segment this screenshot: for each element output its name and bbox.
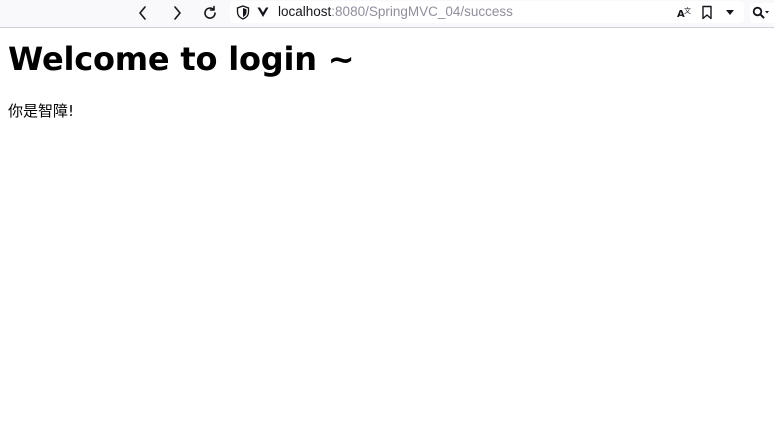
search-button[interactable] [750,3,774,23]
page-heading: Welcome to login ~ [8,40,355,78]
reload-button[interactable] [198,2,222,24]
url-text[interactable]: localhost:8080/SpringMVC_04/success [278,4,513,20]
search-icon [752,6,769,19]
dropdown-icon[interactable] [721,4,739,20]
back-button[interactable] [131,2,155,24]
bookmark-icon[interactable] [698,4,716,20]
page-message: 你是智障! [8,102,75,120]
chevron-left-icon [139,6,146,20]
shield-icon[interactable] [235,4,251,20]
site-v-icon[interactable] [255,4,271,20]
svg-text:文: 文 [684,6,691,15]
url-path: :8080/SpringMVC_04/success [331,4,513,19]
translate-icon[interactable]: A 文 [675,4,693,20]
url-host: localhost [278,4,332,19]
browser-toolbar: localhost:8080/SpringMVC_04/success A 文 [0,0,774,28]
url-bar[interactable]: localhost:8080/SpringMVC_04/success A 文 [230,1,744,23]
reload-icon [204,5,216,19]
page-content: Welcome to login ~ 你是智障! [8,28,355,120]
chevron-right-icon [174,6,181,20]
forward-button[interactable] [165,2,189,24]
